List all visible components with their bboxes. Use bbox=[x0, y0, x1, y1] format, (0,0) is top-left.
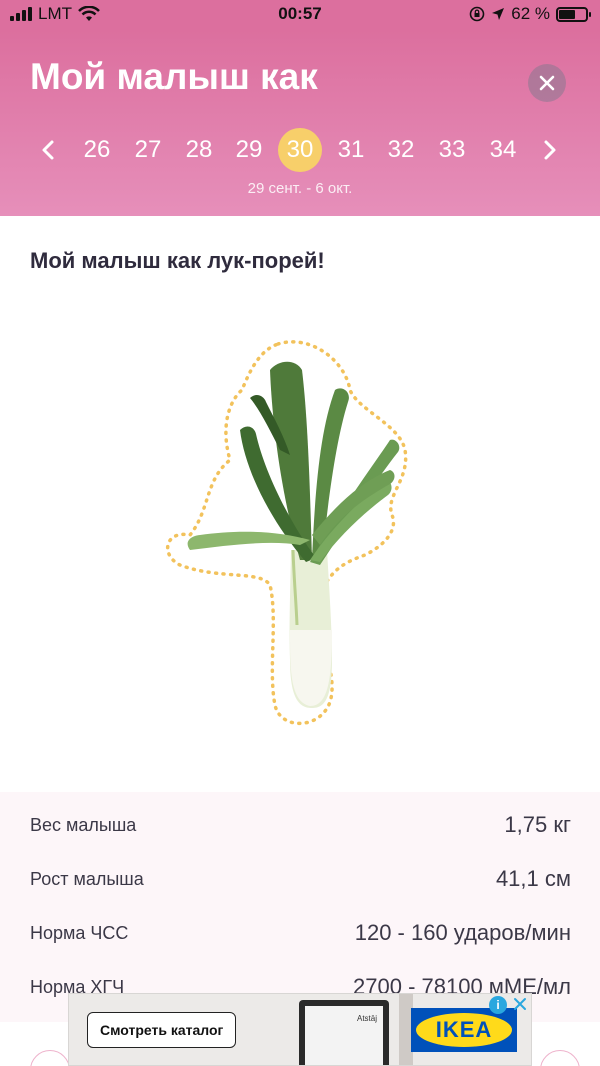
brand-name: IKEA bbox=[435, 1017, 493, 1042]
ad-catalog-button[interactable]: Смотреть каталог bbox=[87, 1012, 237, 1048]
stat-row-heart-rate: Норма ЧСС 120 - 160 ударов/мин bbox=[30, 920, 571, 946]
ad-close-icon[interactable] bbox=[511, 995, 529, 1013]
ad-info-icon[interactable]: i bbox=[489, 996, 507, 1014]
week-item[interactable]: 31 bbox=[329, 128, 373, 172]
week-header: Мой малыш как 26 27 28 29 30 31 32 33 34… bbox=[0, 30, 600, 216]
week-item[interactable]: 27 bbox=[126, 128, 170, 172]
week-selector: 26 27 28 29 30 31 32 33 34 bbox=[30, 128, 570, 172]
week-item[interactable]: 28 bbox=[177, 128, 221, 172]
chevron-right-icon[interactable] bbox=[538, 138, 560, 162]
bottom-decoration bbox=[30, 1050, 70, 1066]
stat-label: Рост малыша bbox=[30, 868, 144, 889]
stat-row-weight: Вес малыша 1,75 кг bbox=[30, 812, 571, 838]
page-title: Мой малыш как bbox=[30, 56, 318, 97]
week-item[interactable]: 34 bbox=[481, 128, 525, 172]
comparison-heading: Мой малыш как лук-порей! bbox=[30, 248, 325, 273]
stat-label: Норма ЧСС bbox=[30, 922, 129, 943]
baby-stats-panel: Вес малыша 1,75 кг Рост малыша 41,1 см Н… bbox=[0, 792, 600, 1022]
ad-screen-text: Atstāj bbox=[356, 1014, 377, 1023]
week-item-active[interactable]: 30 bbox=[278, 128, 322, 172]
battery-icon bbox=[556, 6, 591, 22]
week-date-range: 29 сент. - 6 окт. bbox=[247, 180, 353, 197]
bottom-decoration bbox=[540, 1050, 580, 1066]
ad-banner[interactable]: Смотреть каталог Atstāj IKEA i bbox=[68, 993, 532, 1066]
close-icon bbox=[539, 75, 555, 91]
status-bar: LMT 00:57 62 % bbox=[0, 0, 600, 30]
status-right: 62 % bbox=[469, 4, 591, 24]
week-item[interactable]: 32 bbox=[379, 128, 423, 172]
orientation-lock-icon bbox=[469, 6, 485, 22]
week-item[interactable]: 26 bbox=[75, 128, 119, 172]
battery-percent: 62 % bbox=[511, 4, 550, 23]
close-button[interactable] bbox=[528, 64, 566, 102]
week-item[interactable]: 33 bbox=[430, 128, 474, 172]
ad-product-image: Atstāj bbox=[299, 1000, 389, 1065]
stat-value: 1,75 кг bbox=[504, 812, 571, 837]
stat-label: Вес малыша bbox=[30, 814, 137, 835]
week-item[interactable]: 29 bbox=[227, 128, 271, 172]
ikea-logo: IKEA bbox=[411, 1008, 517, 1052]
location-arrow-icon bbox=[492, 8, 505, 20]
stat-value: 41,1 см bbox=[495, 866, 571, 891]
leek-illustration bbox=[160, 330, 430, 730]
chevron-left-icon[interactable] bbox=[38, 138, 60, 162]
stat-row-height: Рост малыша 41,1 см bbox=[30, 866, 571, 892]
stat-value: 120 - 160 ударов/мин bbox=[354, 920, 571, 945]
